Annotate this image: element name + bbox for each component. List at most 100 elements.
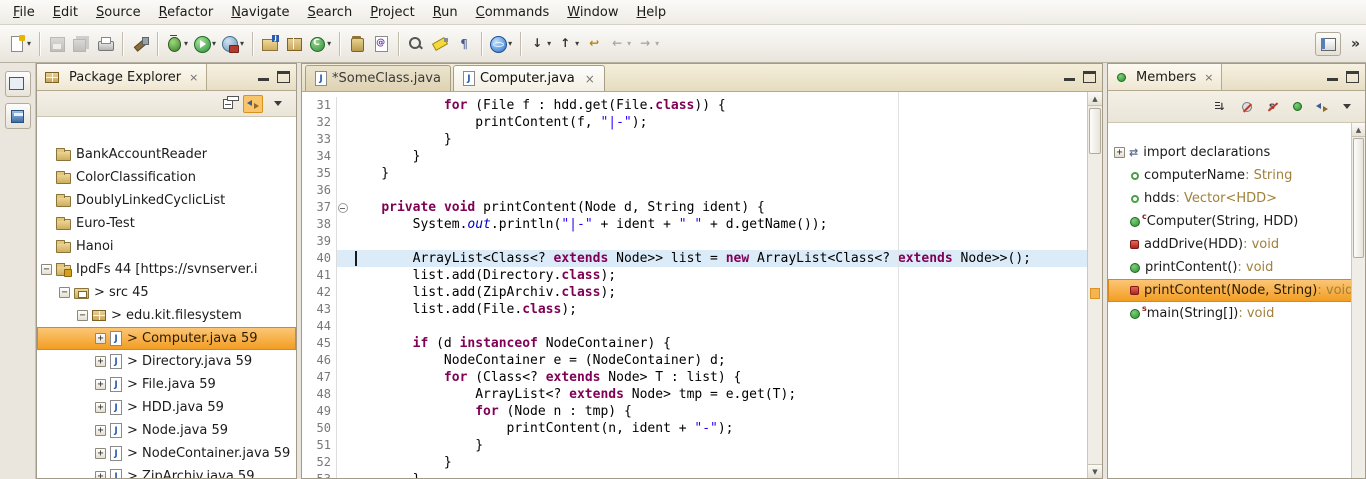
mark-occurrences-button[interactable] [428, 31, 452, 57]
scroll-down-icon[interactable]: ▼ [1088, 464, 1102, 478]
member-item[interactable]: addDrive(HDD) : void [1108, 233, 1365, 256]
code-line[interactable]: 47 for (Class<? extends Node> T : list) … [302, 369, 1087, 386]
scroll-up-icon[interactable]: ▲ [1352, 123, 1365, 137]
tree-expander-plus-icon[interactable]: + [95, 356, 106, 367]
menu-navigate[interactable]: Navigate [222, 2, 298, 23]
new-wizard-button[interactable]: ▾ [6, 31, 34, 57]
tree-item[interactable]: ColorClassification [37, 166, 296, 189]
member-item[interactable]: cComputer(String, HDD) [1108, 210, 1365, 233]
tree-item[interactable]: −IpdFs 44 [https://svnserver.i [37, 258, 296, 281]
code-line[interactable]: 38 System.out.println("|-" + ident + " "… [302, 216, 1087, 233]
perspective-overflow-chevron[interactable]: » [1351, 36, 1360, 52]
minimize-editor-button[interactable] [1063, 71, 1076, 83]
show-whitespace-button[interactable] [452, 31, 476, 57]
tree-item[interactable]: DoublyLinkedCyclicList [37, 189, 296, 212]
members-tab[interactable]: Members × [1108, 64, 1222, 90]
minimize-view-button[interactable] [257, 71, 270, 83]
occurrence-marker[interactable] [1090, 288, 1100, 299]
dropdown-arrow-icon[interactable]: ▾ [508, 39, 512, 48]
code-line[interactable]: 34 } [302, 148, 1087, 165]
code-line[interactable]: 32 printContent(f, "|-"); [302, 114, 1087, 131]
members-scrollbar[interactable]: ▲ [1351, 123, 1365, 478]
code-line[interactable]: 40 ArrayList<Class<? extends Node>> list… [302, 250, 1087, 267]
tree-item[interactable]: Euro-Test [37, 212, 296, 235]
tree-item[interactable]: −> edu.kit.filesystem [37, 304, 296, 327]
code-line[interactable]: 44 [302, 318, 1087, 335]
tree-item[interactable]: Hanoi [37, 235, 296, 258]
tree-item[interactable]: BankAccountReader [37, 143, 296, 166]
scrollbar-thumb[interactable] [1353, 138, 1364, 258]
code-line[interactable]: 51 } [302, 437, 1087, 454]
maximize-editor-button[interactable] [1083, 71, 1096, 83]
menu-window[interactable]: Window [558, 2, 627, 23]
maximize-view-button[interactable] [1346, 71, 1359, 83]
sort-button[interactable] [1212, 98, 1232, 116]
editor-scrollbar[interactable]: ▲ ▼ [1087, 92, 1102, 478]
tree-item[interactable]: +> ZipArchiv.java 59 [37, 465, 296, 478]
code-line[interactable]: 43 list.add(File.class); [302, 301, 1087, 318]
dropdown-arrow-icon[interactable]: ▾ [575, 39, 579, 48]
collapse-all-button[interactable] [218, 95, 238, 113]
export-jar-button[interactable] [345, 31, 369, 57]
tree-expander-plus-icon[interactable]: + [95, 402, 106, 413]
external-tools-button[interactable]: ▾ [219, 31, 247, 57]
code-line[interactable]: 50 printContent(n, ident + "-"); [302, 420, 1087, 437]
generate-javadoc-button[interactable] [369, 31, 393, 57]
new-class-button[interactable]: ▾ [306, 31, 334, 57]
code-line[interactable]: 48 ArrayList<? extends Node> tmp = e.get… [302, 386, 1087, 403]
tree-item[interactable]: +> Computer.java 59 [37, 327, 296, 350]
previous-annotation-button[interactable]: ▾ [554, 31, 582, 57]
menu-edit[interactable]: Edit [44, 2, 87, 23]
run-button[interactable]: ▾ [191, 31, 219, 57]
java-perspective-button[interactable] [1315, 32, 1341, 56]
code-line[interactable]: 49 for (Node n : tmp) { [302, 403, 1087, 420]
code-line[interactable]: 33 } [302, 131, 1087, 148]
code-line[interactable]: 36 [302, 182, 1087, 199]
code-line[interactable]: 53 } [302, 471, 1087, 478]
member-item[interactable]: smain(String[]) : void [1108, 302, 1365, 325]
hide-non-public-button[interactable] [1287, 98, 1307, 116]
print-button[interactable] [93, 31, 117, 57]
member-item[interactable]: +import declarations [1108, 141, 1365, 164]
code-line[interactable]: 52 } [302, 454, 1087, 471]
tree-item[interactable]: +> Directory.java 59 [37, 350, 296, 373]
code-line[interactable]: 31 for (File f : hdd.get(File.class)) { [302, 97, 1087, 114]
scroll-up-icon[interactable]: ▲ [1088, 92, 1102, 106]
java-editor[interactable]: 31 for (File f : hdd.get(File.class)) {3… [302, 92, 1102, 478]
build-all-button[interactable] [128, 31, 152, 57]
dropdown-arrow-icon[interactable]: ▾ [184, 39, 188, 48]
editor-tab[interactable]: Computer.java× [453, 65, 605, 91]
new-java-project-button[interactable] [258, 31, 282, 57]
code-line[interactable]: 45 if (d instanceof NodeContainer) { [302, 335, 1087, 352]
editor-tab[interactable]: *SomeClass.java [305, 65, 451, 91]
hide-fields-button[interactable] [1237, 98, 1257, 116]
menu-file[interactable]: File [4, 2, 44, 23]
tree-expander-minus-icon[interactable]: − [59, 287, 70, 298]
menu-commands[interactable]: Commands [467, 2, 559, 23]
member-item[interactable]: printContent() : void [1108, 256, 1365, 279]
view-menu-button[interactable] [268, 95, 288, 113]
link-with-editor-button[interactable] [1312, 98, 1332, 116]
hide-static-members-button[interactable]: s [1262, 98, 1282, 116]
menu-help[interactable]: Help [628, 2, 676, 23]
tree-item[interactable]: +> HDD.java 59 [37, 396, 296, 419]
tree-item[interactable]: −> src 45 [37, 281, 296, 304]
menu-source[interactable]: Source [87, 2, 150, 23]
dropdown-arrow-icon[interactable]: ▾ [547, 39, 551, 48]
tree-expander-plus-icon[interactable]: + [95, 333, 106, 344]
debug-button[interactable]: ▾ [163, 31, 191, 57]
tree-item[interactable]: +> File.java 59 [37, 373, 296, 396]
tree-expander-minus-icon[interactable]: − [77, 310, 88, 321]
dropdown-arrow-icon[interactable]: ▾ [27, 39, 31, 48]
member-item[interactable]: hdds : Vector<HDD> [1108, 187, 1365, 210]
minimize-view-button[interactable] [1326, 71, 1339, 83]
fold-marker-icon[interactable] [336, 199, 348, 216]
tree-expander-plus-icon[interactable]: + [95, 425, 106, 436]
code-line[interactable]: 42 list.add(ZipArchiv.class); [302, 284, 1087, 301]
tree-expander-plus-icon[interactable]: + [95, 448, 106, 459]
member-expander-plus-icon[interactable]: + [1114, 147, 1125, 158]
dropdown-arrow-icon[interactable]: ▾ [212, 39, 216, 48]
open-web-browser-button[interactable]: ▾ [487, 31, 515, 57]
member-item[interactable]: printContent(Node, String) : void [1108, 279, 1365, 302]
scrollbar-thumb[interactable] [1089, 108, 1101, 154]
